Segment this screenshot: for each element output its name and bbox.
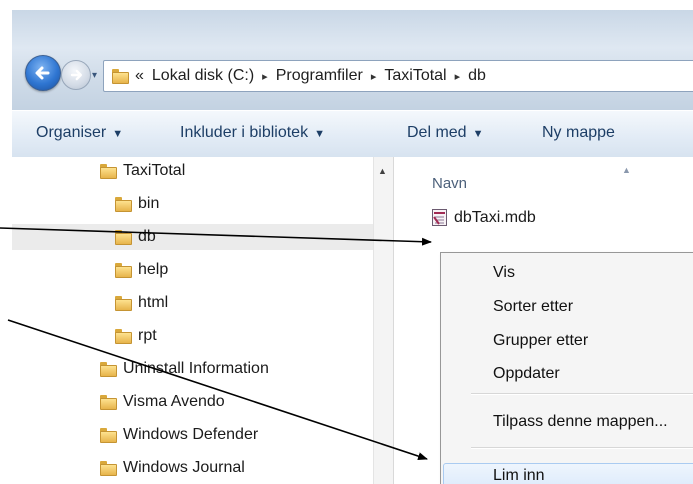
breadcrumb-separator-icon[interactable]: ▸ <box>371 70 377 83</box>
menu-separator <box>471 393 693 395</box>
menu-item-customize-folder[interactable]: Tilpass denne mappen... <box>493 413 668 431</box>
tree-item-uninstall-information[interactable]: Uninstall Information <box>100 356 269 382</box>
file-item[interactable]: dbTaxi.mdb <box>432 209 536 227</box>
tree-item-db[interactable]: db <box>12 224 373 250</box>
recent-pages-dropdown[interactable]: ▾ <box>92 70 97 81</box>
tree-item-visma-avendo[interactable]: Visma Avendo <box>100 389 225 415</box>
access-database-icon <box>432 209 447 226</box>
include-in-library-button[interactable]: Inkluder i bibliotek ▼ <box>180 124 325 142</box>
navigation-scrollbar[interactable]: ▲ <box>373 157 394 484</box>
address-bar[interactable]: « Lokal disk (C:) ▸ Programfiler ▸ TaxiT… <box>103 60 693 92</box>
dropdown-arrow-icon: ▼ <box>112 128 124 140</box>
dropdown-arrow-icon: ▼ <box>472 128 484 140</box>
address-overflow[interactable]: « <box>135 67 144 85</box>
organise-button[interactable]: Organiser ▼ <box>36 124 123 142</box>
folder-icon <box>115 328 132 344</box>
folder-icon <box>100 394 117 410</box>
menu-item-paste[interactable]: Lim inn <box>493 467 545 484</box>
folder-icon <box>100 361 117 377</box>
back-arrow-icon <box>35 66 50 80</box>
folder-icon <box>115 229 132 245</box>
forward-arrow-icon <box>70 69 82 81</box>
folder-icon <box>115 295 132 311</box>
scroll-up-arrow-icon[interactable]: ▲ <box>378 166 387 176</box>
menu-separator <box>471 447 693 449</box>
breadcrumb-item[interactable]: db <box>468 67 486 85</box>
file-list-pane: ▲ Navn dbTaxi.mdb Vis Sorter etter Grupp… <box>394 157 693 484</box>
folder-icon <box>100 427 117 443</box>
tree-item-help[interactable]: help <box>115 257 168 283</box>
menu-item-group-by[interactable]: Grupper etter <box>493 332 588 350</box>
folder-icon <box>115 196 132 212</box>
folder-icon <box>112 68 129 84</box>
forward-button[interactable] <box>61 60 91 90</box>
navigation-pane: TaxiTotal bin db help html rpt Uninstall… <box>12 157 393 484</box>
share-with-button[interactable]: Del med ▼ <box>407 124 483 142</box>
breadcrumb-separator-icon[interactable]: ▸ <box>455 70 461 83</box>
tree-item-windows-defender[interactable]: Windows Defender <box>100 422 258 448</box>
context-menu: Vis Sorter etter Grupper etter Oppdater … <box>440 252 693 484</box>
tree-item-rpt[interactable]: rpt <box>115 323 157 349</box>
breadcrumb-item[interactable]: TaxiTotal <box>384 67 446 85</box>
folder-icon <box>115 262 132 278</box>
context-menu-highlight <box>443 463 693 484</box>
folder-icon <box>100 163 117 179</box>
back-button[interactable] <box>25 55 61 91</box>
file-name: dbTaxi.mdb <box>454 209 536 226</box>
folder-icon <box>100 460 117 476</box>
command-bar: Organiser ▼ Inkluder i bibliotek ▼ Del med… <box>12 110 693 158</box>
column-header-name[interactable]: Navn <box>432 175 467 192</box>
tree-item-windows-journal[interactable]: Windows Journal <box>100 455 245 481</box>
menu-item-vis[interactable]: Vis <box>493 264 515 282</box>
tree-item-taxitotal[interactable]: TaxiTotal <box>100 158 185 184</box>
tree-item-bin[interactable]: bin <box>115 191 159 217</box>
breadcrumb-separator-icon[interactable]: ▸ <box>262 70 268 83</box>
window-chrome: ▾ « Lokal disk (C:) ▸ Programfiler ▸ Tax… <box>12 10 693 110</box>
dropdown-arrow-icon: ▼ <box>314 128 325 140</box>
explorer-window: ▾ « Lokal disk (C:) ▸ Programfiler ▸ Tax… <box>12 10 693 484</box>
menu-item-refresh[interactable]: Oppdater <box>493 365 560 383</box>
tree-item-html[interactable]: html <box>115 290 168 316</box>
breadcrumb-item[interactable]: Programfiler <box>276 67 363 85</box>
new-folder-button[interactable]: Ny mappe <box>542 124 615 142</box>
breadcrumb-item[interactable]: Lokal disk (C:) <box>152 67 254 85</box>
menu-item-sort-by[interactable]: Sorter etter <box>493 298 573 316</box>
sort-ascending-icon: ▲ <box>622 165 631 175</box>
